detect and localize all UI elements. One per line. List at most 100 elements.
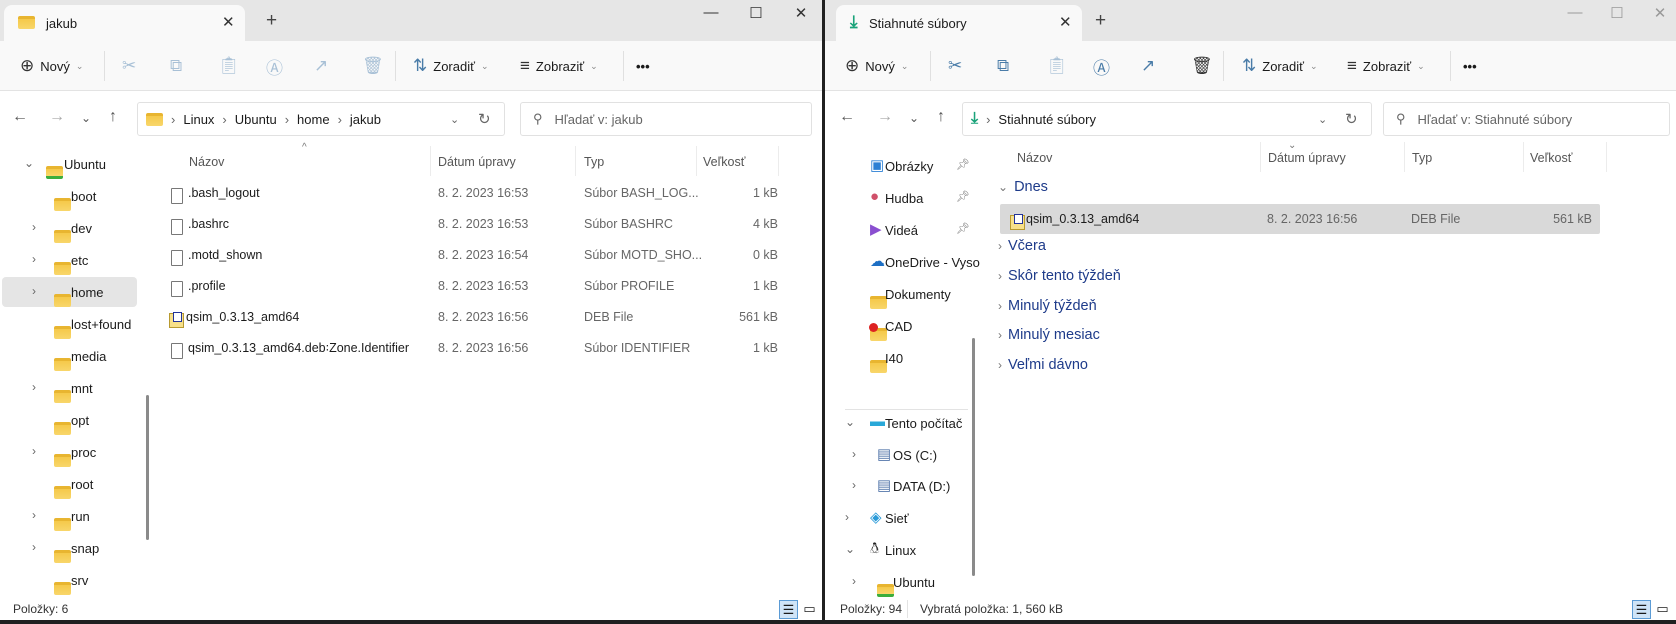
back-button[interactable]: ← — [12, 108, 28, 126]
nav-item-dokumenty[interactable]: Dokumenty — [827, 279, 969, 309]
view-button[interactable]: ≡ Zobraziť ⌄ — [1347, 55, 1425, 77]
new-tab-button[interactable]: + — [1095, 10, 1106, 32]
view-button[interactable]: ≡ Zobraziť ⌄ — [520, 55, 598, 77]
tab-downloads[interactable]: ⤓ Stiahnuté súbory ✕ — [836, 5, 1082, 41]
nav-item-srv[interactable]: srv — [2, 565, 137, 595]
sort-button[interactable]: ⇅ Zoradiť ⌄ — [413, 55, 489, 77]
chevron-down-icon[interactable]: ⌄ — [998, 180, 1008, 194]
recent-locations-button[interactable]: ⌄ — [81, 111, 91, 125]
chevron-right-icon[interactable]: › — [998, 299, 1002, 313]
details-view-button[interactable]: ☰ — [1632, 600, 1651, 619]
nav-item-i40[interactable]: I40 — [827, 343, 969, 373]
more-options-button[interactable]: ••• — [636, 55, 650, 77]
minimize-button[interactable]: — — [1560, 4, 1590, 21]
chevron-right-icon[interactable]: › — [998, 358, 1002, 372]
column-date[interactable]: Dátum úpravy — [1268, 146, 1346, 170]
cut-button[interactable]: ✂ — [122, 55, 136, 77]
nav-item-etc[interactable]: › etc — [2, 245, 137, 275]
column-name[interactable]: Názov — [189, 150, 224, 174]
breadcrumb-jakub[interactable]: jakub — [350, 112, 381, 127]
chevron-down-icon[interactable]: ⌄ — [845, 415, 855, 429]
nav-item-opt[interactable]: opt — [2, 405, 137, 435]
address-bar[interactable]: ⤓ › Stiahnuté súbory ⌄ ↻ — [962, 102, 1372, 136]
nav-item-obrzky[interactable]: ▣ Obrázky 📌︎ — [827, 151, 970, 181]
nav-item-datad[interactable]: › ▤ DATA (D:) — [827, 471, 969, 501]
refresh-icon[interactable]: ↻ — [1345, 110, 1358, 128]
breadcrumb-home[interactable]: home — [297, 112, 330, 127]
breadcrumb-ubuntu[interactable]: Ubuntu — [235, 112, 277, 127]
chevron-right-icon[interactable]: › — [32, 380, 36, 394]
forward-button[interactable]: → — [877, 108, 893, 126]
nav-scrollbar[interactable] — [972, 338, 975, 576]
close-window-button[interactable]: ✕ — [786, 4, 816, 22]
address-bar[interactable]: › Linux › Ubuntu › home › jakub ⌄ ↻ — [137, 102, 505, 136]
chevron-right-icon[interactable]: › — [852, 447, 856, 461]
chevron-down-icon[interactable]: ⌄ — [845, 542, 855, 556]
new-tab-button[interactable]: + — [266, 10, 277, 32]
nav-item-snap[interactable]: › snap — [2, 533, 137, 563]
nav-item-tentopota[interactable]: ⌄ ▬ Tento počítač — [827, 408, 969, 438]
chevron-right-icon[interactable]: › — [998, 328, 1002, 342]
column-type[interactable]: Typ — [584, 150, 604, 174]
column-type[interactable]: Typ — [1412, 146, 1432, 170]
paste-button[interactable]: 📋︎ — [1046, 55, 1068, 77]
tiles-view-button[interactable]: ▭ — [1653, 600, 1672, 619]
recent-locations-button[interactable]: ⌄ — [909, 111, 919, 125]
sort-button[interactable]: ⇅ Zoradiť ⌄ — [1242, 55, 1318, 77]
paste-button[interactable]: 📋︎ — [218, 55, 240, 77]
nav-scrollbar[interactable] — [146, 395, 149, 540]
pin-icon[interactable]: 📌︎ — [956, 222, 970, 235]
delete-button[interactable]: 🗑︎ — [362, 55, 384, 77]
chevron-down-icon[interactable]: ⌄ — [24, 156, 34, 170]
share-button[interactable]: ↗ — [314, 55, 328, 77]
address-dropdown-icon[interactable]: ⌄ — [450, 113, 459, 126]
up-button[interactable]: ↑ — [937, 108, 945, 126]
share-button[interactable]: ↗ — [1141, 55, 1155, 77]
chevron-right-icon[interactable]: › — [32, 252, 36, 266]
nav-item-linux[interactable]: ⌄ 🐧︎ Linux — [827, 535, 969, 565]
chevron-right-icon[interactable]: › — [852, 478, 856, 492]
nav-item-cad[interactable]: CAD — [827, 311, 969, 341]
group-header-0[interactable]: ⌄ Dnes — [998, 179, 1048, 195]
search-input[interactable]: ⚲ Hľadať v: jakub — [520, 102, 812, 136]
breadcrumb-linux[interactable]: Linux — [183, 112, 214, 127]
file-row[interactable]: qsim_0.3.13_amd64.deb꞉Zone.Identifier 8. … — [160, 333, 780, 363]
chevron-right-icon[interactable]: › — [32, 508, 36, 522]
column-name[interactable]: Názov — [1017, 146, 1052, 170]
close-tab-icon[interactable]: ✕ — [1059, 13, 1072, 31]
chevron-right-icon[interactable]: › — [32, 444, 36, 458]
close-window-button[interactable]: ✕ — [1645, 4, 1675, 22]
chevron-right-icon[interactable]: › — [845, 510, 849, 524]
nav-item-root[interactable]: root — [2, 469, 137, 499]
nav-item-boot[interactable]: boot — [2, 181, 137, 211]
tiles-view-button[interactable]: ▭ — [800, 600, 819, 619]
nav-item-mnt[interactable]: › mnt — [2, 373, 137, 403]
nav-item-Ubuntu[interactable]: ⌄ Ubuntu — [2, 149, 137, 179]
details-view-button[interactable]: ☰ — [779, 600, 798, 619]
file-row-selected[interactable]: qsim_0.3.13_amd64 8. 2. 2023 16:56 DEB F… — [1000, 204, 1600, 234]
nav-item-run[interactable]: › run — [2, 501, 137, 531]
rename-button[interactable]: Ⓐ — [266, 55, 283, 78]
tab-jakub[interactable]: jakub ✕ — [4, 5, 245, 41]
breadcrumb-downloads[interactable]: Stiahnuté súbory — [998, 112, 1096, 127]
up-button[interactable]: ↑ — [109, 108, 117, 126]
nav-item-media[interactable]: media — [2, 341, 137, 371]
pin-icon[interactable]: 📌︎ — [956, 158, 970, 171]
chevron-right-icon[interactable]: › — [32, 220, 36, 234]
file-row[interactable]: .bashrc 8. 2. 2023 16:53 Súbor BASHRC 4 kB — [160, 209, 780, 239]
nav-item-lostfound[interactable]: lost+found — [2, 309, 137, 339]
pin-icon[interactable]: 📌︎ — [956, 190, 970, 203]
rename-button[interactable]: Ⓐ — [1093, 55, 1110, 78]
nav-item-osc[interactable]: › ▤ OS (C:) — [827, 440, 969, 470]
chevron-right-icon[interactable]: › — [32, 284, 36, 298]
new-button[interactable]: ⊕ Nový ⌄ — [20, 55, 83, 77]
file-row[interactable]: .bash_logout 8. 2. 2023 16:53 Súbor BASH_L… — [160, 178, 780, 208]
chevron-right-icon[interactable]: › — [32, 540, 36, 554]
column-size[interactable]: Veľkosť — [1530, 146, 1572, 170]
chevron-right-icon[interactable]: › — [998, 239, 1002, 253]
column-size[interactable]: Veľkosť — [703, 150, 745, 174]
group-header-5[interactable]: › Veľmi dávno — [998, 357, 1088, 373]
maximize-button[interactable]: ☐ — [1602, 4, 1632, 22]
close-tab-icon[interactable]: ✕ — [222, 13, 235, 31]
column-date[interactable]: Dátum úpravy — [438, 150, 516, 174]
